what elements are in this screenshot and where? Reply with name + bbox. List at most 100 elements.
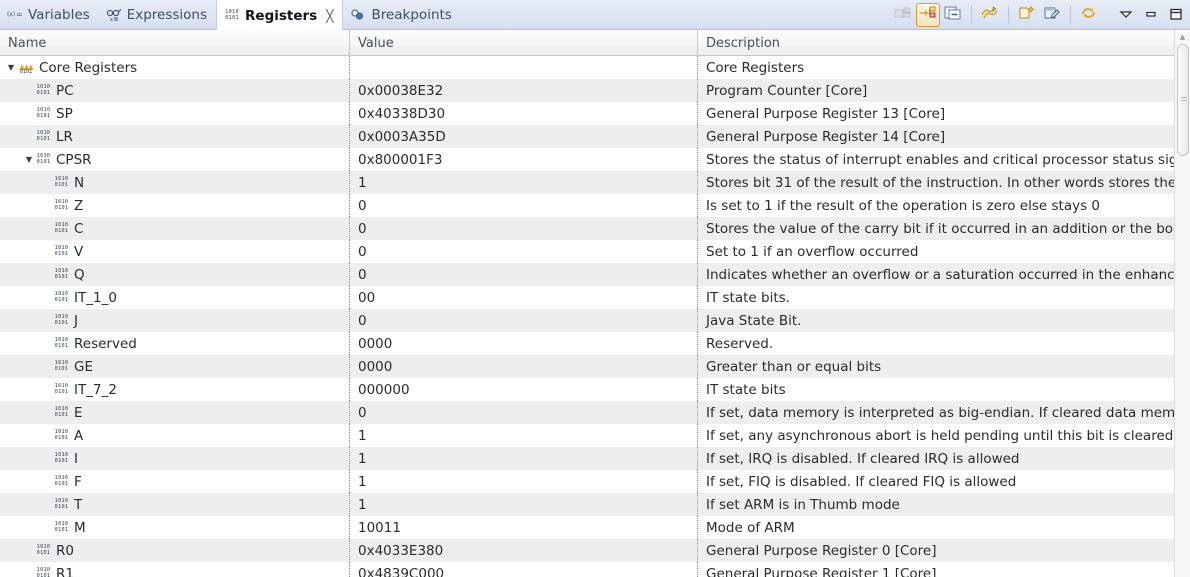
register-name: C <box>74 221 83 237</box>
table-row[interactable]: ▼10100101SP0x40338D30General Purpose Reg… <box>0 102 1190 125</box>
column-header-value[interactable]: Value <box>350 30 698 56</box>
cell-value[interactable]: 000000 <box>350 378 698 401</box>
tab-breakpoints[interactable]: Breakpoints <box>343 0 460 30</box>
cell-value[interactable]: 1 <box>350 493 698 516</box>
chevron-down-icon[interactable]: ▼ <box>22 156 36 164</box>
table-row[interactable]: ▼10100101T1If set ARM is in Thumb mode <box>0 493 1190 516</box>
maximize-icon <box>1168 6 1184 25</box>
tab-variables[interactable]: (x) = Variables <box>0 0 99 30</box>
scrollbar-thumb[interactable] <box>1177 44 1189 156</box>
view-menu-button[interactable] <box>1114 3 1138 27</box>
table-row[interactable]: ▼10100101R00x4033E380General Purpose Reg… <box>0 539 1190 562</box>
toolbar-separator <box>1070 6 1071 24</box>
toolbar-separator <box>1107 6 1108 24</box>
cell-value[interactable]: 0x800001F3 <box>350 148 698 171</box>
cell-value[interactable]: 1 <box>350 447 698 470</box>
cell-value[interactable]: 0 <box>350 240 698 263</box>
table-row[interactable]: ▼10100101C0Stores the value of the carry… <box>0 217 1190 240</box>
cell-description: IT state bits <box>698 378 1190 401</box>
scroll-up-arrow[interactable]: ▲ <box>1175 30 1190 43</box>
cell-value[interactable]: 0000 <box>350 355 698 378</box>
register-icon: 10100101 <box>54 176 69 190</box>
table-row[interactable]: ▼10100101R10x4839C000General Purpose Reg… <box>0 562 1190 577</box>
breakpoints-icon <box>350 7 366 23</box>
cell-value[interactable]: 0x40338D30 <box>350 102 698 125</box>
table-row[interactable]: ▼10100101I1If set, IRQ is disabled. If c… <box>0 447 1190 470</box>
registers-table: Name Value Description ▼▲▲▲0101Core Regi… <box>0 30 1190 577</box>
register-name: GE <box>74 359 93 375</box>
cell-value[interactable]: 0 <box>350 217 698 240</box>
table-row[interactable]: ▼10100101CPSR0x800001F3Stores the status… <box>0 148 1190 171</box>
edit-register-group-button[interactable] <box>1040 3 1064 27</box>
cell-value[interactable]: 0 <box>350 263 698 286</box>
cell-value[interactable]: 10011 <box>350 516 698 539</box>
vertical-scrollbar[interactable]: ▲ <box>1174 30 1190 577</box>
cell-value[interactable]: 0000 <box>350 332 698 355</box>
table-row[interactable]: ▼10100101F1If set, FIQ is disabled. If c… <box>0 470 1190 493</box>
cell-description: Core Registers <box>698 56 1190 79</box>
restore-default-register-groups-button[interactable] <box>1077 3 1101 27</box>
tab-label: Variables <box>28 7 90 23</box>
expressions-icon: x <box>106 7 122 23</box>
cell-value[interactable]: 0x00038E32 <box>350 79 698 102</box>
cell-value[interactable]: 1 <box>350 424 698 447</box>
table-row[interactable]: ▼10100101N1Stores bit 31 of the result o… <box>0 171 1190 194</box>
minimize-button[interactable] <box>1139 3 1163 27</box>
collapse-all-button[interactable] <box>941 3 965 27</box>
table-row[interactable]: ▼10100101IT_1_000IT state bits. <box>0 286 1190 309</box>
cell-value[interactable]: 1 <box>350 171 698 194</box>
new-register-group-button[interactable] <box>1015 3 1039 27</box>
show-type-names-button[interactable] <box>916 3 940 27</box>
table-row[interactable]: ▼10100101Reserved0000Reserved. <box>0 332 1190 355</box>
cell-name: ▼10100101A <box>0 424 350 447</box>
register-name: IT_1_0 <box>74 290 117 306</box>
cell-description: IT state bits. <box>698 286 1190 309</box>
cell-value[interactable] <box>350 56 698 79</box>
table-row[interactable]: ▼10100101V0Set to 1 if an overflow occur… <box>0 240 1190 263</box>
close-icon[interactable]: ╳ <box>326 10 333 22</box>
tab-label: Registers <box>245 8 317 24</box>
table-row[interactable]: ▼10100101E0If set, data memory is interp… <box>0 401 1190 424</box>
cell-description: Stores the value of the carry bit if it … <box>698 217 1190 240</box>
table-row[interactable]: ▼▲▲▲0101Core RegistersCore Registers <box>0 56 1190 79</box>
table-row[interactable]: ▼10100101J0Java State Bit. <box>0 309 1190 332</box>
register-name: Reserved <box>74 336 137 352</box>
cell-value[interactable]: 1 <box>350 470 698 493</box>
register-name: R0 <box>56 543 74 559</box>
cell-value[interactable]: 0 <box>350 309 698 332</box>
table-row[interactable]: ▼10100101Z0Is set to 1 if the result of … <box>0 194 1190 217</box>
column-header-name[interactable]: Name <box>0 30 350 56</box>
tab-registers[interactable]: 10100101 Registers ╳ <box>216 0 343 30</box>
column-header-description[interactable]: Description <box>698 30 1190 56</box>
register-name: Q <box>74 267 85 283</box>
table-row[interactable]: ▼10100101A1If set, any asynchronous abor… <box>0 424 1190 447</box>
register-name: SP <box>56 106 73 122</box>
chevron-down-icon[interactable]: ▼ <box>4 64 18 72</box>
cell-name: ▼10100101Q <box>0 263 350 286</box>
maximize-button[interactable] <box>1164 3 1188 27</box>
register-name: V <box>74 244 83 260</box>
cell-description: Set to 1 if an overflow occurred <box>698 240 1190 263</box>
cell-value[interactable]: 0 <box>350 401 698 424</box>
cell-value[interactable]: 00 <box>350 286 698 309</box>
cell-description: If set, any asynchronous abort is held p… <box>698 424 1190 447</box>
cell-value[interactable]: 0x4839C000 <box>350 562 698 577</box>
view-toolbar <box>891 0 1188 30</box>
table-row[interactable]: ▼10100101PC0x00038E32Program Counter [Co… <box>0 79 1190 102</box>
table-row[interactable]: ▼10100101IT_7_2000000IT state bits <box>0 378 1190 401</box>
cell-description: Reserved. <box>698 332 1190 355</box>
table-row[interactable]: ▼10100101Q0Indicates whether an overflow… <box>0 263 1190 286</box>
variables-icon: (x) = <box>7 7 23 23</box>
cell-value[interactable]: 0 <box>350 194 698 217</box>
cell-description: If set, FIQ is disabled. If cleared FIQ … <box>698 470 1190 493</box>
tab-expressions[interactable]: x Expressions <box>99 0 216 30</box>
chevron-down-icon <box>1118 6 1134 25</box>
table-row[interactable]: ▼10100101GE0000Greater than or equal bit… <box>0 355 1190 378</box>
collapse-registers-button[interactable] <box>891 3 915 27</box>
cell-value[interactable]: 0x0003A35D <box>350 125 698 148</box>
cell-value[interactable]: 0x4033E380 <box>350 539 698 562</box>
add-register-group-button[interactable] <box>978 3 1002 27</box>
table-row[interactable]: ▼10100101LR0x0003A35DGeneral Purpose Reg… <box>0 125 1190 148</box>
table-row[interactable]: ▼10100101M10011Mode of ARM <box>0 516 1190 539</box>
register-name: N <box>74 175 84 191</box>
